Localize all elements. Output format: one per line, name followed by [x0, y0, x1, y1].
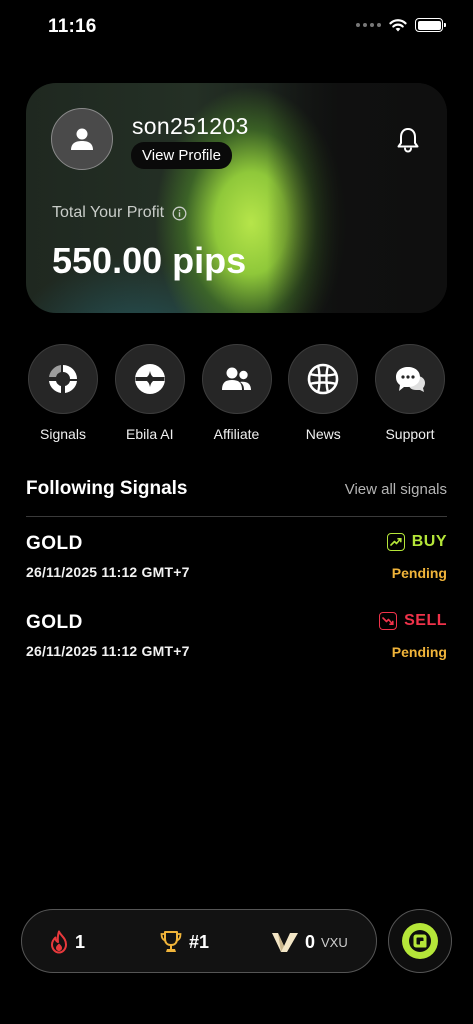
- action-label: Signals: [40, 426, 86, 442]
- signal-direction-label: SELL: [404, 612, 447, 629]
- trophy-icon: [160, 931, 182, 952]
- action-support-circle[interactable]: [375, 344, 445, 414]
- action-support[interactable]: Support: [367, 344, 453, 442]
- vxu-stat[interactable]: 0 VXU: [271, 910, 348, 974]
- view-all-signals-link[interactable]: View all signals: [345, 481, 447, 498]
- profit-label: Total Your Profit: [52, 204, 187, 222]
- action-label: Ebila AI: [126, 426, 174, 442]
- signal-symbol: GOLD: [26, 533, 83, 554]
- user-icon: [71, 128, 93, 150]
- rank-value: #1: [189, 931, 210, 952]
- signal-symbol: GOLD: [26, 612, 83, 633]
- chat-bubbles-icon: [396, 367, 425, 392]
- floating-action-button[interactable]: [388, 909, 452, 973]
- trend-down-icon: [379, 612, 398, 630]
- flame-icon: [51, 930, 67, 954]
- vxu-value: 0: [305, 931, 316, 952]
- action-signals[interactable]: Signals: [20, 344, 106, 442]
- status-icons: [356, 18, 446, 32]
- status-time: 11:16: [48, 16, 97, 37]
- action-label: News: [305, 426, 341, 442]
- signal-direction-sell: SELL: [379, 612, 447, 630]
- section-title: Following Signals: [26, 478, 188, 499]
- bottom-stats-bar[interactable]: 1 #1 0 VXU: [21, 909, 377, 973]
- trend-up-icon: [386, 533, 405, 551]
- action-ebila-ai-circle[interactable]: [114, 344, 185, 414]
- signals-icon: [49, 365, 77, 393]
- ai-icon: [134, 364, 165, 394]
- signal-row[interactable]: GOLD 26/11/2025 11:12 GMT+7 BUY Pending: [26, 533, 447, 593]
- signal-status: Pending: [391, 565, 447, 581]
- profit-label-text: Total Your Profit: [52, 204, 165, 221]
- rank-stat[interactable]: #1: [159, 910, 209, 974]
- signal-row[interactable]: GOLD 26/11/2025 11:12 GMT+7 SELL Pending: [26, 612, 447, 672]
- action-affiliate[interactable]: Affiliate: [194, 344, 280, 442]
- quick-actions: Signals Ebila AI Affiliate News Support: [20, 344, 453, 442]
- users-icon: [221, 367, 251, 390]
- vxu-label: VXU: [321, 934, 348, 950]
- username: son251203: [132, 113, 249, 139]
- view-profile-button[interactable]: View Profile: [131, 142, 232, 169]
- action-label: Affiliate: [213, 426, 260, 442]
- battery-icon: [415, 18, 446, 32]
- signal-time: 26/11/2025 11:12 GMT+7: [26, 564, 190, 580]
- info-icon[interactable]: [172, 206, 187, 221]
- signal-time: 26/11/2025 11:12 GMT+7: [26, 643, 190, 659]
- profit-value: 550.00 pips: [52, 240, 247, 281]
- action-affiliate-circle[interactable]: [201, 344, 272, 414]
- signal-direction-label: BUY: [411, 533, 447, 550]
- wifi-icon: [389, 19, 407, 32]
- vxu-logo-icon: [272, 933, 298, 952]
- action-news-circle[interactable]: [288, 344, 359, 414]
- signal-status: Pending: [391, 644, 447, 660]
- following-signals-header: Following Signals View all signals: [26, 478, 447, 500]
- signal-dots-icon: [356, 23, 381, 27]
- action-signals-circle[interactable]: [28, 344, 98, 414]
- action-ebila-ai[interactable]: Ebila AI: [107, 344, 193, 442]
- brand-logo-icon: [402, 923, 438, 959]
- action-label: Support: [385, 426, 435, 442]
- profile-card[interactable]: son251203 View Profile Total Your Profit…: [26, 83, 447, 313]
- news-globe-icon: [307, 363, 339, 395]
- action-news[interactable]: News: [280, 344, 366, 442]
- avatar[interactable]: [51, 108, 113, 170]
- signal-direction-buy: BUY: [386, 533, 447, 551]
- bell-icon[interactable]: [397, 127, 419, 158]
- status-bar: 11:16: [0, 0, 473, 54]
- streak-value: 1: [75, 931, 86, 952]
- streak-stat[interactable]: 1: [49, 910, 85, 974]
- divider: [26, 516, 447, 517]
